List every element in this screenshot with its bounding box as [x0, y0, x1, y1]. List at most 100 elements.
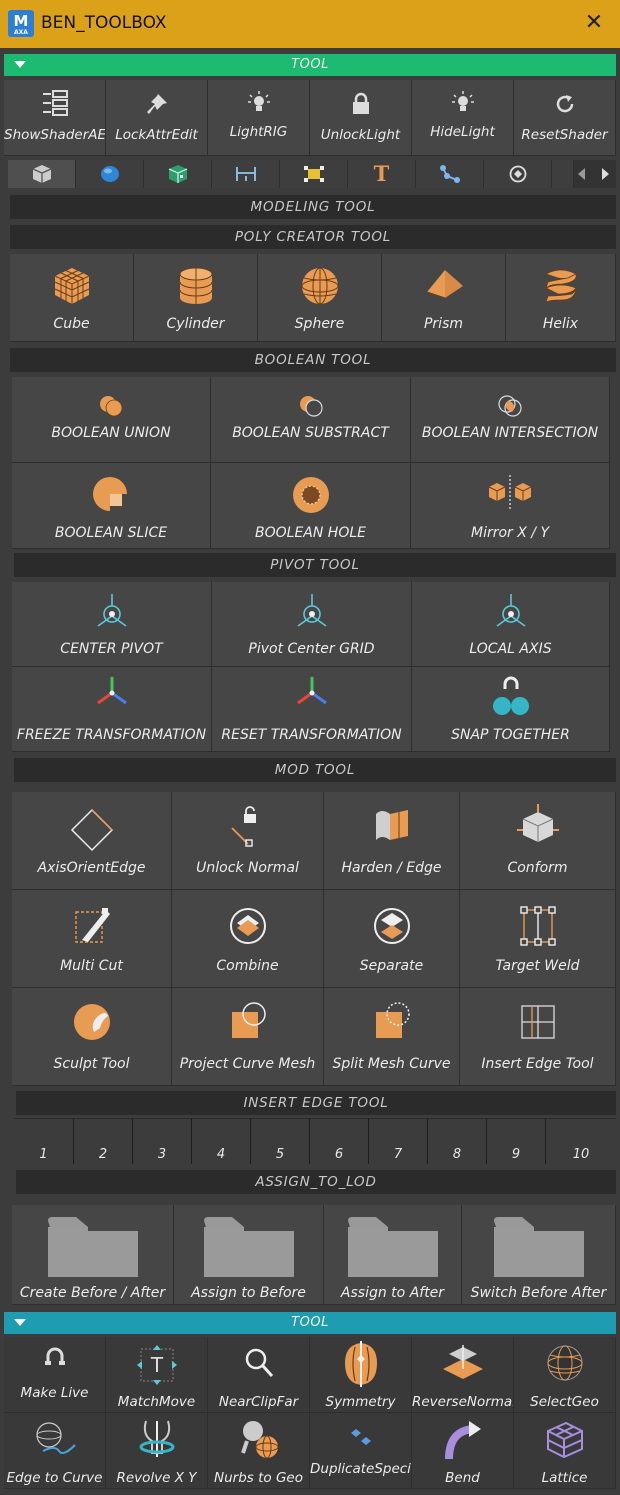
assign-to-before-button[interactable]: Assign to Before: [174, 1205, 324, 1305]
symmetry-button[interactable]: Symmetry: [310, 1337, 412, 1413]
multi-cut-label: Multi Cut: [60, 958, 123, 974]
edge-to-curve-button[interactable]: Edge to Curve: [4, 1413, 106, 1489]
insert-edge-9[interactable]: 9: [486, 1118, 545, 1164]
bend-button[interactable]: Bend: [412, 1413, 514, 1489]
helix-button[interactable]: Helix: [506, 254, 616, 342]
light-rig-button[interactable]: LightRIG: [208, 80, 310, 156]
conform-button[interactable]: Conform: [460, 792, 616, 890]
lock-icon: [352, 92, 369, 114]
boolean-hole-button[interactable]: BOOLEAN HOLE: [211, 463, 411, 549]
pivot-icon: [97, 594, 126, 627]
insert-edge-7-label: 7: [393, 1147, 403, 1162]
hide-light-button[interactable]: HideLight: [412, 80, 514, 156]
select-geo-button[interactable]: SelectGeo: [514, 1337, 616, 1413]
insert-edge-6[interactable]: 6: [309, 1118, 368, 1164]
top-tool-header-label: TOOL: [291, 57, 329, 72]
show-shader-ae-button[interactable]: ShowShaderAE: [4, 80, 106, 156]
unlock-light-button[interactable]: UnlockLight: [310, 80, 412, 156]
light-rig-label: LightRIG: [229, 124, 288, 140]
insert-edge-2[interactable]: 2: [73, 1118, 132, 1164]
duplicate-special-button[interactable]: DuplicateSpecial: [310, 1413, 412, 1489]
lattice-icon: [546, 1421, 583, 1459]
near-clip-far-label: NearClipFar: [218, 1394, 299, 1410]
cylinder-icon: [179, 267, 212, 304]
target-weld-button[interactable]: Target Weld: [460, 890, 616, 988]
revolve-x-y-button[interactable]: Revolve X Y: [106, 1413, 208, 1489]
pivot-center-grid-button[interactable]: Pivot Center GRID: [212, 582, 412, 667]
center-pivot-label: CENTER PIVOT: [60, 641, 163, 657]
make-live-button[interactable]: Make Live: [4, 1337, 106, 1413]
tab-cube-pattern[interactable]: [144, 160, 212, 188]
match-move-button[interactable]: T MatchMove: [106, 1337, 208, 1413]
tab-measure[interactable]: [212, 160, 280, 188]
lightbulb-icon: [247, 91, 270, 111]
insert-edge-7[interactable]: 7: [368, 1118, 427, 1164]
assign-to-after-label: Assign to After: [340, 1285, 445, 1301]
project-curve-mesh-button[interactable]: Project Curve Mesh: [172, 988, 324, 1086]
split-mesh-curve-button[interactable]: Split Mesh Curve: [324, 988, 460, 1086]
list-sliders-icon: [42, 90, 68, 116]
separate-button[interactable]: Separate: [324, 890, 460, 988]
move-arrows-icon: T: [136, 1345, 177, 1385]
reverse-normal-button[interactable]: ReverseNormal: [412, 1337, 514, 1413]
boolean-substract-button[interactable]: BOOLEAN SUBSTRACT: [211, 377, 411, 463]
local-axis-button[interactable]: LOCAL AXIS: [412, 582, 610, 667]
switch-before-after-button[interactable]: Switch Before After: [462, 1205, 616, 1305]
cylinder-button[interactable]: Cylinder: [134, 254, 258, 342]
section-boolean-tool: BOOLEAN TOOL: [10, 348, 616, 372]
pivot-icon: [496, 594, 525, 627]
folder-icon: [347, 1217, 438, 1277]
tab-text[interactable]: T: [348, 160, 416, 188]
assign-to-after-button[interactable]: Assign to After: [324, 1205, 462, 1305]
bottom-tool-header[interactable]: TOOL: [4, 1312, 616, 1334]
multi-cut-button[interactable]: Multi Cut: [12, 890, 172, 988]
boolean-intersection-button[interactable]: BOOLEAN INTERSECTION: [411, 377, 610, 463]
unlock-normal-button[interactable]: Unlock Normal: [172, 792, 324, 890]
lock-attr-edit-label: LockAttrEdit: [115, 127, 198, 143]
nurbs-to-geo-button[interactable]: Nurbs to Geo: [208, 1413, 310, 1489]
center-pivot-button[interactable]: CENTER PIVOT: [12, 582, 212, 667]
close-icon[interactable]: ✕: [580, 8, 608, 38]
insert-edge-4[interactable]: 4: [191, 1118, 250, 1164]
harden-edge-button[interactable]: Harden / Edge: [324, 792, 460, 890]
collapse-triangle-icon[interactable]: [14, 1319, 26, 1326]
axis-orient-edge-button[interactable]: AxisOrientEdge: [12, 792, 172, 890]
lattice-button[interactable]: Lattice: [514, 1413, 616, 1489]
tab-bounding-box[interactable]: [280, 160, 348, 188]
sculpt-tool-button[interactable]: Sculpt Tool: [12, 988, 172, 1086]
collapse-triangle-icon[interactable]: [14, 61, 26, 68]
lock-attr-edit-button[interactable]: LockAttrEdit: [106, 80, 208, 156]
combine-button[interactable]: Combine: [172, 890, 324, 988]
top-tool-header[interactable]: TOOL: [4, 54, 616, 76]
reset-transformation-button[interactable]: RESET TRANSFORMATION: [212, 667, 412, 752]
tab-scroll-left-icon[interactable]: [578, 168, 585, 180]
reset-shader-button[interactable]: ResetShader: [514, 80, 616, 156]
snap-together-button[interactable]: SNAP TOGETHER: [412, 667, 610, 752]
prism-button[interactable]: Prism: [382, 254, 506, 342]
tab-rotate[interactable]: [484, 160, 552, 188]
helix-label: Helix: [542, 316, 579, 332]
tab-sphere[interactable]: [76, 160, 144, 188]
helix-icon: [544, 269, 577, 303]
cube-button[interactable]: Cube: [10, 254, 134, 342]
insert-edge-5[interactable]: 5: [250, 1118, 309, 1164]
lod-tools-row: Create Before / After Assign to Before A…: [12, 1205, 616, 1305]
mod-tools-grid: AxisOrientEdge Unlock Normal Harden / Ed…: [12, 792, 616, 1088]
insert-edge-8[interactable]: 8: [427, 1118, 486, 1164]
mirror-x-y-button[interactable]: Mirror X / Y: [411, 463, 610, 549]
assign-to-before-label: Assign to Before: [191, 1285, 306, 1301]
tab-modeling[interactable]: [8, 160, 76, 188]
insert-edge-1[interactable]: 1: [14, 1118, 73, 1164]
tab-node-graph[interactable]: [416, 160, 484, 188]
tab-scroll-right-icon[interactable]: [602, 168, 609, 180]
sphere-button[interactable]: Sphere: [258, 254, 382, 342]
insert-edge-3[interactable]: 3: [132, 1118, 191, 1164]
insert-edge-10[interactable]: 10: [545, 1118, 616, 1164]
tab-overflow[interactable]: [552, 160, 574, 188]
freeze-transformation-button[interactable]: FREEZE TRANSFORMATION: [12, 667, 212, 752]
boolean-union-button[interactable]: BOOLEAN UNION: [12, 377, 211, 463]
near-clip-far-button[interactable]: NearClipFar: [208, 1337, 310, 1413]
boolean-slice-button[interactable]: BOOLEAN SLICE: [12, 463, 211, 549]
insert-edge-tool-button[interactable]: Insert Edge Tool: [460, 988, 616, 1086]
create-before-after-button[interactable]: Create Before / After: [12, 1205, 174, 1305]
